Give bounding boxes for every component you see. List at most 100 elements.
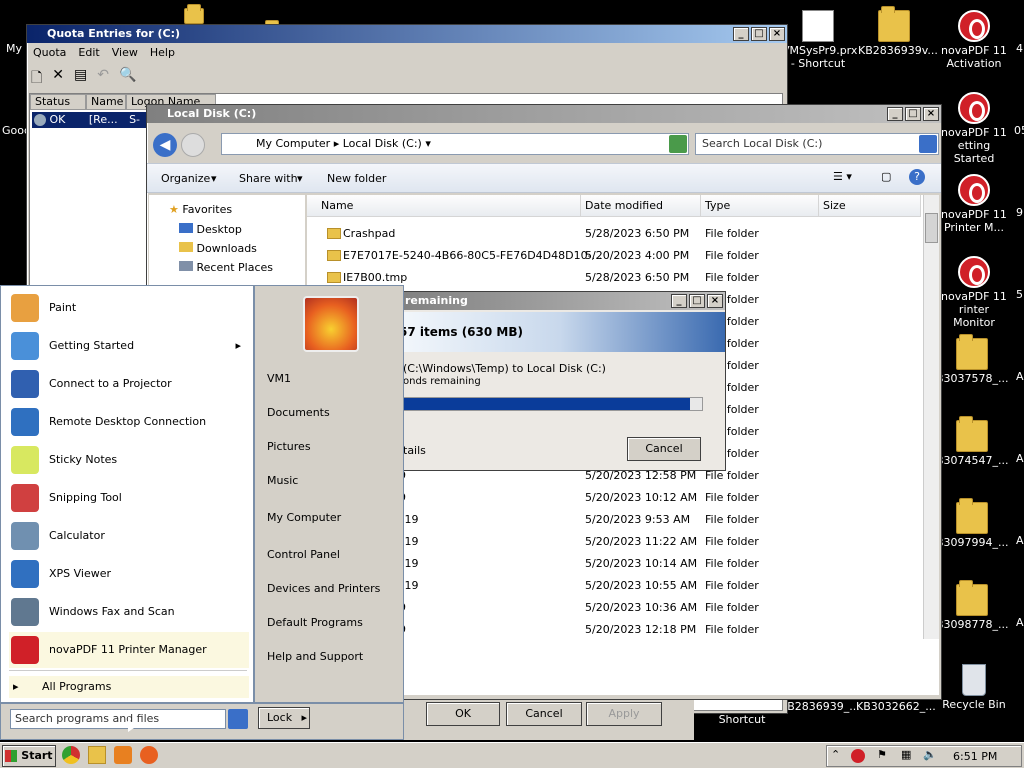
forward-button[interactable] (181, 133, 205, 157)
volume-icon[interactable]: 🔈 (923, 748, 937, 761)
desktop-label-my[interactable]: My (6, 42, 22, 55)
quota-row[interactable]: OK [Re... S- (32, 112, 150, 128)
more-details-link[interactable]: tails (403, 444, 426, 457)
file-row[interactable]: Crashpad 5/28/2023 6:50 PM File folder (307, 223, 927, 245)
file-row[interactable]: E7E7017E-5240-4B66-80C5-FE76D4D48D10-...… (307, 245, 927, 267)
delete-icon[interactable]: ✕ (52, 67, 64, 91)
desktop-icon-b3074547[interactable]: B3074547_... (936, 416, 1009, 467)
new-entry-icon[interactable]: 🗋 (31, 67, 42, 91)
column-header-size[interactable]: Size (819, 195, 921, 217)
desktop-icon-vmsys-shortcut[interactable]: VMSysPr9.prx - Shortcut (782, 10, 857, 70)
places-item[interactable]: VM1 (267, 369, 291, 389)
copy-dialog-titlebar[interactable]: remaining _ □ × (395, 292, 725, 310)
minimize-button[interactable]: _ (671, 294, 687, 308)
organize-button[interactable]: Organize (161, 172, 210, 185)
chrome-icon[interactable] (62, 746, 80, 764)
refresh-button[interactable] (669, 135, 687, 153)
find-icon[interactable]: 🔍 (119, 67, 136, 91)
maximize-button[interactable]: □ (689, 294, 705, 308)
nav-item-downloads[interactable]: Downloads (179, 242, 257, 255)
properties-icon[interactable]: ▤ (74, 67, 87, 91)
places-item[interactable]: Music (267, 471, 298, 491)
chevron-down-icon[interactable]: ▾ (425, 137, 431, 150)
favorites-header[interactable]: ★ Favorites (169, 203, 232, 216)
menu-view[interactable]: View (112, 43, 138, 63)
places-item[interactable]: Default Programs (267, 613, 363, 633)
minimize-button[interactable]: _ (733, 27, 749, 41)
desktop-icon-b3097994[interactable]: B3097994_... (936, 498, 1009, 549)
novapdf-tray-icon[interactable] (851, 749, 865, 763)
vertical-scrollbar[interactable] (923, 195, 939, 639)
search-icon[interactable] (228, 709, 248, 729)
breadcrumb-local-disk[interactable]: Local Disk (C:) (343, 137, 422, 150)
desktop-label-kb2836939[interactable]: KB2836939_... (780, 700, 860, 713)
new-folder-button[interactable]: New folder (327, 172, 386, 185)
program-item[interactable]: Remote Desktop Connection (9, 404, 249, 440)
undo-icon[interactable]: ↶ (97, 67, 109, 91)
views-icon[interactable]: ☰ ▾ (833, 170, 852, 183)
explorer-titlebar[interactable]: Local Disk (C:) _ □ × (147, 105, 941, 123)
search-icon[interactable] (919, 135, 937, 153)
places-item[interactable]: Help and Support (267, 647, 363, 667)
apply-button[interactable]: Apply (586, 702, 662, 726)
back-button[interactable]: ◀ (153, 133, 177, 157)
places-item[interactable]: My Computer (267, 508, 341, 528)
program-item[interactable]: novaPDF 11 Printer Manager (9, 632, 249, 668)
all-programs-button[interactable]: ▸ All Programs (9, 676, 249, 698)
search-input[interactable]: Search Local Disk (C:) (695, 133, 939, 155)
desktop-icon-recycle-bin[interactable]: Recycle Bin (938, 664, 1010, 711)
clock[interactable]: 6:51 PM (953, 750, 997, 763)
scrollbar-thumb[interactable] (925, 213, 938, 243)
desktop-icon-b3098778[interactable]: B3098778_... (936, 580, 1009, 631)
minimize-button[interactable]: _ (887, 107, 903, 121)
preview-pane-icon[interactable]: ▢ (881, 170, 891, 183)
close-button[interactable]: × (923, 107, 939, 121)
places-item[interactable]: Devices and Printers (267, 579, 380, 599)
share-with-button[interactable]: Share with (239, 172, 298, 185)
ok-button[interactable]: OK (426, 702, 500, 726)
program-item[interactable]: XPS Viewer (9, 556, 249, 592)
desktop-icon-novapdf-getting-started[interactable]: novaPDF 11 etting Started (938, 92, 1010, 165)
quota-titlebar[interactable]: Quota Entries for (C:) _ □ × (27, 25, 787, 43)
desktop-icon-b3037578[interactable]: B3037578_... (936, 334, 1009, 385)
desktop-icon-novapdf-printer-manager[interactable]: novaPDF 11 Printer M... (938, 174, 1010, 234)
places-item[interactable]: Pictures (267, 437, 311, 457)
program-item[interactable]: Snipping Tool (9, 480, 249, 516)
maximize-button[interactable]: □ (905, 107, 921, 121)
places-item[interactable]: Control Panel (267, 545, 340, 565)
quota-col-header-status[interactable]: Status (30, 94, 86, 110)
desktop-icon-novapdf-printer-monitor[interactable]: novaPDF 11 rinter Monitor (938, 256, 1010, 329)
address-bar[interactable]: My Computer ▸ Local Disk (C:) ▾ (221, 133, 689, 155)
program-item[interactable]: Getting Started ▸ (9, 328, 249, 364)
desktop-icon-novapdf-activation[interactable]: novaPDF 11 Activation (938, 10, 1010, 70)
desktop-label-kb3032662[interactable]: KB3032662_... (856, 700, 936, 713)
menu-quota[interactable]: Quota (33, 43, 66, 63)
maximize-button[interactable]: □ (751, 27, 767, 41)
quota-col-header-name[interactable]: Name (86, 94, 126, 110)
media-player-icon[interactable] (114, 746, 132, 764)
copy-cancel-button[interactable]: Cancel (627, 437, 701, 461)
program-item[interactable]: Windows Fax and Scan (9, 594, 249, 630)
close-button[interactable]: × (769, 27, 785, 41)
program-item[interactable]: Calculator (9, 518, 249, 554)
program-item[interactable]: Sticky Notes (9, 442, 249, 478)
start-search-input[interactable]: Search programs and files (10, 709, 226, 729)
action-center-icon[interactable]: ⚑ (877, 748, 887, 761)
help-icon[interactable]: ? (909, 169, 925, 185)
explorer-icon[interactable] (88, 746, 106, 764)
column-header-name[interactable]: Name (307, 195, 581, 217)
column-header-type[interactable]: Type (701, 195, 819, 217)
network-icon[interactable]: ▦ (901, 748, 911, 761)
places-item[interactable]: Documents (267, 403, 330, 423)
cancel-button[interactable]: Cancel (506, 702, 582, 726)
menu-help[interactable]: Help (150, 43, 175, 63)
column-header-date[interactable]: Date modified (581, 195, 701, 217)
chevron-up-icon[interactable]: ⌃ (831, 748, 840, 761)
program-item[interactable]: Connect to a Projector (9, 366, 249, 402)
close-button[interactable]: × (707, 294, 723, 308)
desktop-icon-kb2836939v[interactable]: KB2836939v... (858, 6, 938, 57)
folder-icon[interactable] (184, 4, 204, 24)
nav-item-desktop[interactable]: Desktop (179, 223, 242, 236)
program-item[interactable]: Paint (9, 290, 249, 326)
breadcrumb-my-computer[interactable]: My Computer (256, 137, 330, 150)
